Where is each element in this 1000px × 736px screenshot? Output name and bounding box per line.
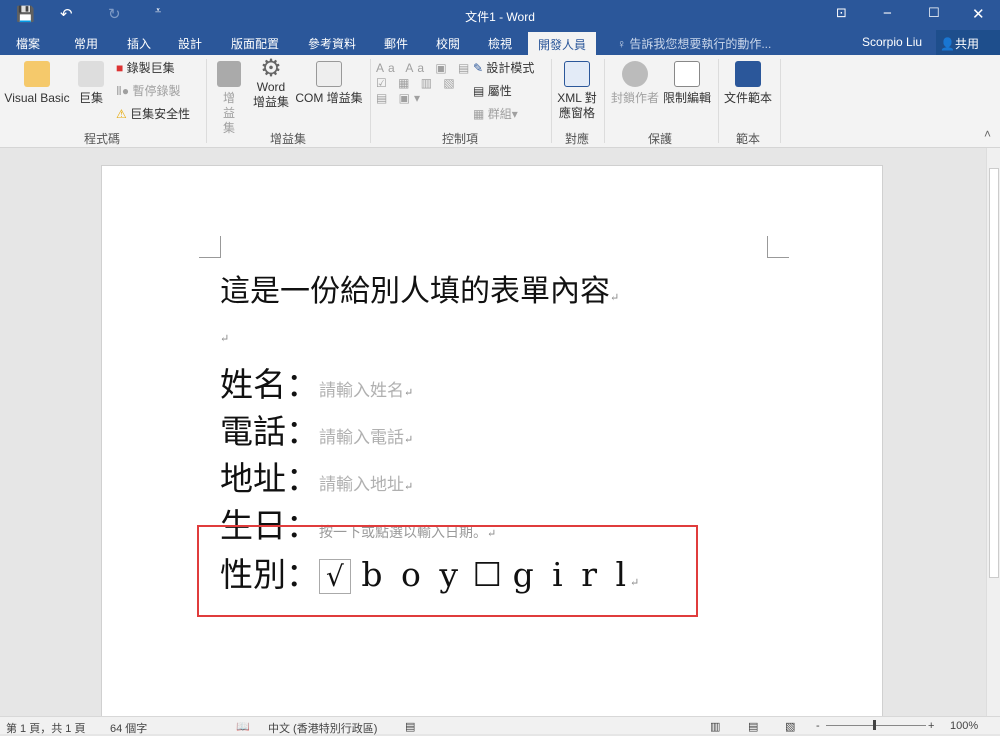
share-button[interactable]: 👤共用 bbox=[936, 30, 1000, 55]
warning-icon: ⚠ bbox=[116, 107, 127, 121]
tab-file[interactable]: 檔案 bbox=[16, 35, 40, 52]
group-label-protect: 保護 bbox=[648, 132, 673, 146]
record-icon: ■ bbox=[116, 61, 124, 75]
scrollbar-thumb[interactable] bbox=[989, 168, 999, 578]
phone-content-control[interactable]: 請輸入電話 bbox=[319, 428, 404, 448]
web-layout-icon[interactable]: ▧ bbox=[785, 720, 795, 733]
zoom-slider-thumb[interactable] bbox=[873, 720, 876, 730]
close-button[interactable]: ✕ bbox=[972, 5, 985, 23]
document-heading: 這是一份給別人填的表單內容↵ bbox=[220, 274, 620, 309]
group-label-templates: 範本 bbox=[736, 132, 761, 146]
macros-icon bbox=[78, 61, 104, 87]
field-phone: 電話：請輸入電話↵ bbox=[220, 412, 414, 451]
content-controls[interactable]: Aa Aa ▣ ▤ ☑ ▦ ▥ ▧ ▤ ▣▾ bbox=[376, 61, 473, 106]
maximize-button[interactable]: ☐ bbox=[928, 5, 940, 21]
zoom-level[interactable]: 100% bbox=[950, 720, 978, 732]
tab-view[interactable]: 檢視 bbox=[488, 35, 512, 52]
group-label-code: 程式碼 bbox=[84, 132, 121, 146]
macro-security-button[interactable]: ⚠ 巨集安全性 bbox=[116, 107, 190, 122]
tab-developer[interactable]: 開發人員 bbox=[528, 32, 597, 55]
ribbon-display-icon[interactable]: ⊡ bbox=[836, 5, 847, 21]
properties-button[interactable]: ▤ 屬性 bbox=[473, 84, 512, 99]
read-mode-icon[interactable]: ▥ bbox=[710, 720, 720, 733]
block-authors-icon bbox=[622, 61, 648, 87]
tab-insert[interactable]: 插入 bbox=[127, 35, 151, 52]
ribbon: Visual Basic 巨集 ■ 錄製巨集 Ⅱ● 暫停錄製 ⚠ 巨集安全性 程… bbox=[0, 55, 1000, 148]
minimize-button[interactable]: − bbox=[883, 5, 892, 22]
address-content-control[interactable]: 請輸入地址 bbox=[319, 475, 404, 495]
group-button[interactable]: ▦ 群組▾ bbox=[473, 107, 518, 122]
restrict-editing-button[interactable]: 限制編輯 bbox=[662, 61, 712, 106]
gear-icon: ⚙ bbox=[260, 55, 282, 82]
record-macro-button[interactable]: ■ 錄製巨集 bbox=[116, 61, 175, 76]
zoom-slider[interactable] bbox=[826, 725, 926, 726]
design-mode-icon: ✎ bbox=[473, 61, 484, 75]
window-title: 文件1 - Word bbox=[465, 10, 535, 24]
design-mode-button[interactable]: ✎ 設計模式 bbox=[473, 61, 534, 76]
com-addins-icon bbox=[316, 61, 342, 87]
proofing-icon[interactable]: 📖 bbox=[236, 720, 250, 733]
lightbulb-icon: ♀ bbox=[617, 37, 630, 51]
tab-home[interactable]: 常用 bbox=[74, 35, 98, 52]
xml-mapping-pane-button[interactable]: XML 對應窗格 bbox=[554, 61, 600, 121]
empty-paragraph-mark: ↵ bbox=[220, 332, 230, 345]
tell-me-search[interactable]: ♀ 告訴我您想要執行的動作... bbox=[617, 35, 771, 52]
tab-design[interactable]: 設計 bbox=[178, 35, 202, 52]
group-icon: ▦ bbox=[473, 107, 485, 121]
tab-mailings[interactable]: 郵件 bbox=[384, 35, 408, 52]
word-document-icon bbox=[735, 61, 761, 87]
person-icon: 👤 bbox=[940, 37, 955, 51]
status-bar: 第 1 頁，共 1 頁 64 個字 📖 中文 (香港特別行政區) ▤ ▥ ▤ ▧… bbox=[0, 716, 1000, 735]
visual-basic-button[interactable]: Visual Basic bbox=[4, 61, 70, 106]
field-address: 地址：請輸入地址↵ bbox=[220, 459, 414, 498]
ribbon-tabs: 檔案 常用 插入 設計 版面配置 參考資料 郵件 校閱 檢視 開發人員 ♀ 告訴… bbox=[0, 30, 1000, 55]
word-addins-button[interactable]: ⚙ Word 增益集 bbox=[252, 57, 290, 110]
group-label-mapping: 對應 bbox=[565, 132, 590, 146]
highlight-box bbox=[197, 525, 698, 617]
addins-button[interactable]: 增益集 bbox=[214, 61, 244, 136]
com-addins-button[interactable]: COM 增益集 bbox=[294, 61, 364, 106]
group-label-addins: 增益集 bbox=[270, 132, 307, 146]
zoom-out-button[interactable]: - bbox=[816, 720, 820, 732]
tab-layout[interactable]: 版面配置 bbox=[231, 35, 279, 52]
block-authors-button[interactable]: 封鎖作者 bbox=[610, 61, 660, 106]
user-name[interactable]: Scorpio Liu bbox=[862, 35, 922, 49]
print-layout-icon[interactable]: ▤ bbox=[748, 720, 758, 733]
group-label-controls: 控制項 bbox=[442, 132, 479, 146]
name-content-control[interactable]: 請輸入姓名 bbox=[319, 381, 404, 401]
field-name: 姓名：請輸入姓名↵ bbox=[220, 365, 414, 404]
macros-button[interactable]: 巨集 bbox=[76, 61, 106, 106]
lock-document-icon bbox=[674, 61, 700, 87]
document-page[interactable] bbox=[101, 165, 883, 725]
addins-icon bbox=[217, 61, 241, 87]
tab-review[interactable]: 校閱 bbox=[436, 35, 460, 52]
document-template-button[interactable]: 文件範本 bbox=[722, 61, 774, 106]
pause-recording-button[interactable]: Ⅱ● 暫停錄製 bbox=[116, 84, 181, 99]
macro-record-icon[interactable]: ▤ bbox=[405, 720, 415, 733]
vertical-scrollbar[interactable] bbox=[986, 148, 1000, 716]
xml-mapping-icon bbox=[564, 61, 590, 87]
properties-icon: ▤ bbox=[473, 84, 485, 98]
pause-icon: Ⅱ● bbox=[116, 84, 130, 98]
visual-basic-icon bbox=[24, 61, 50, 87]
collapse-ribbon-icon[interactable]: ˄ bbox=[984, 127, 991, 141]
zoom-in-button[interactable]: + bbox=[928, 720, 934, 732]
title-bar: 💾 ↶ ↻ ⩡ 文件1 - Word ⊡ − ☐ ✕ bbox=[0, 0, 1000, 30]
tab-references[interactable]: 參考資料 bbox=[308, 35, 356, 52]
